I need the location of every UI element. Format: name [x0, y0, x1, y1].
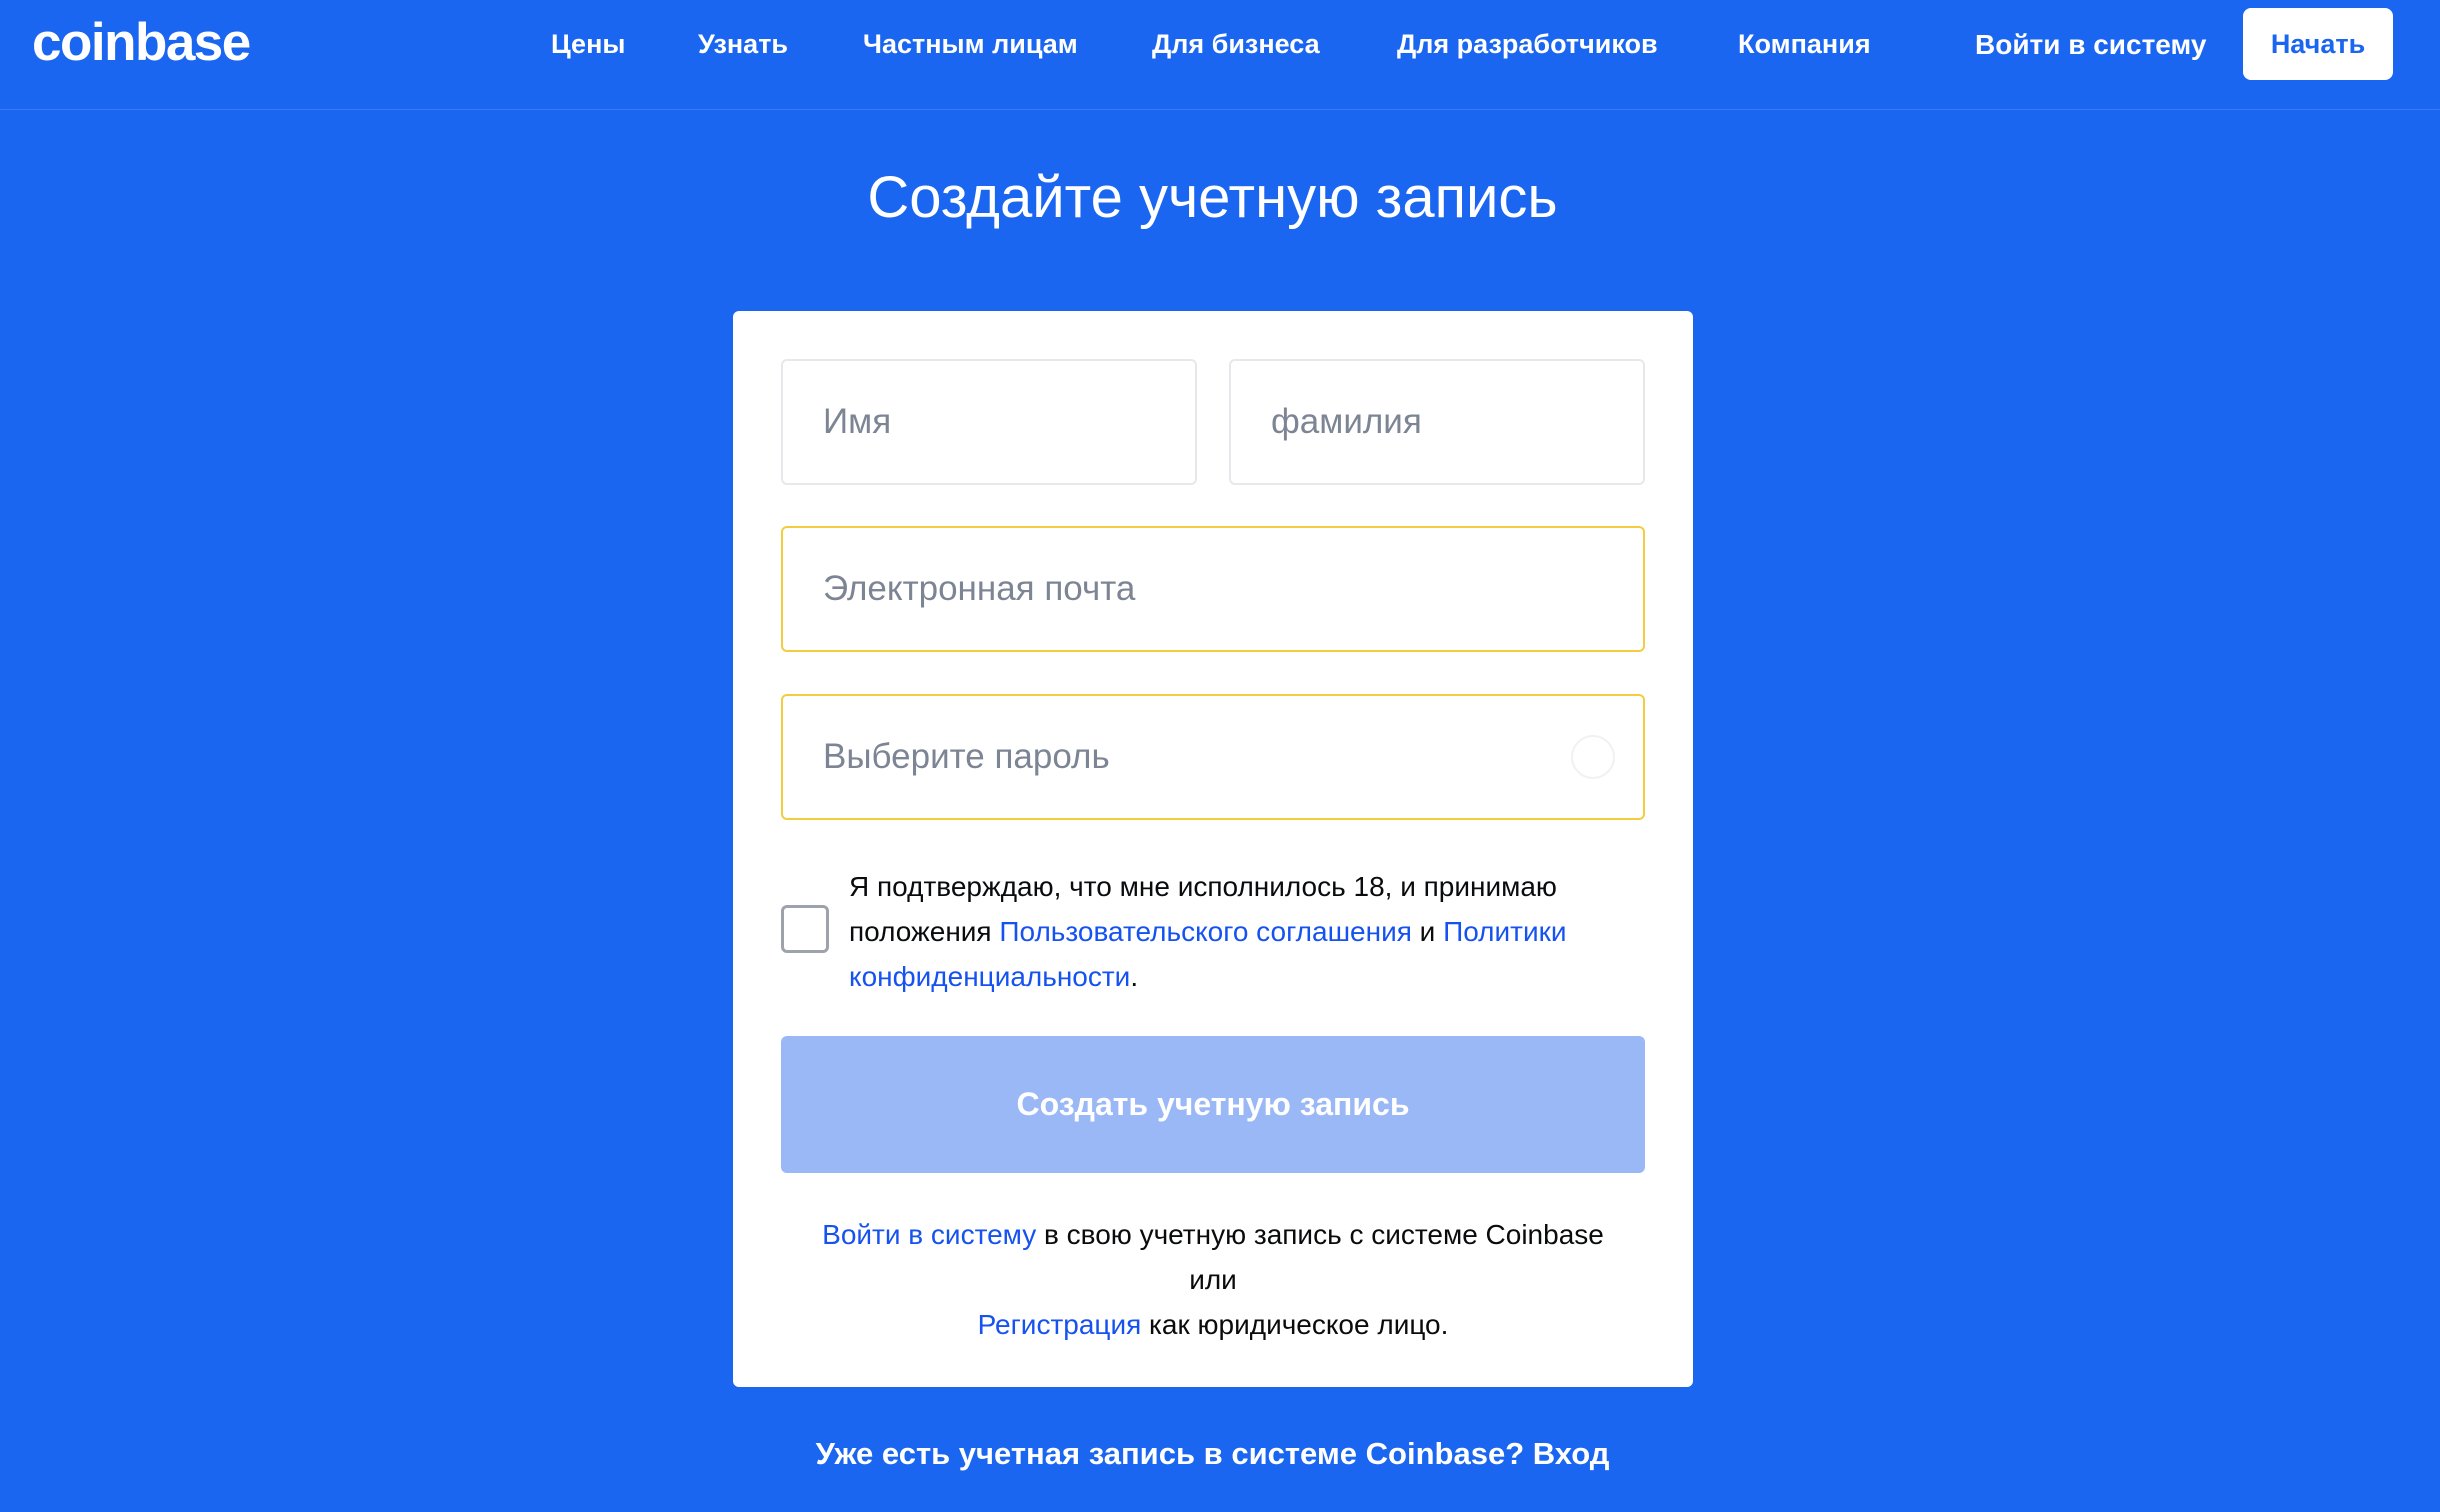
consent-text: Я подтверждаю, что мне исполнилось 18, и… [849, 864, 1649, 999]
create-account-button[interactable]: Создать учетную запись [781, 1036, 1645, 1173]
last-name-input[interactable] [1229, 359, 1645, 485]
footer-register-link[interactable]: Регистрация [978, 1309, 1142, 1340]
nav-link-individuals[interactable]: Частным лицам [863, 27, 1078, 61]
bottom-login-link[interactable]: Вход [1533, 1436, 1610, 1471]
nav-link-business[interactable]: Для бизнеса [1152, 27, 1320, 61]
consent-checkbox[interactable] [781, 905, 829, 953]
top-nav: coinbase Цены Узнать Частным лицам Для б… [0, 0, 2440, 110]
footer-signin-link[interactable]: Войти в систему [822, 1219, 1036, 1250]
nav-link-learn[interactable]: Узнать [698, 27, 788, 61]
consent-text-and: и [1411, 916, 1444, 947]
nav-link-developers[interactable]: Для разработчиков [1397, 27, 1658, 61]
password-input[interactable] [781, 694, 1645, 820]
footer-register-rest: как юридическое лицо. [1141, 1309, 1449, 1340]
email-input[interactable] [781, 526, 1645, 652]
password-visibility-toggle-icon[interactable] [1571, 735, 1615, 779]
signin-line: Войти в систему в свою учетную запись с … [733, 1212, 1693, 1257]
already-have-account: Уже есть учетная запись в системе Coinba… [0, 1431, 2425, 1477]
nav-start-button[interactable]: Начать [2243, 8, 2393, 80]
footer-signin-rest: в свою учетную запись с системе Coinbase [1036, 1219, 1604, 1250]
consent-text-end: . [1130, 961, 1139, 992]
already-have-account-text: Уже есть учетная запись в системе Coinba… [815, 1436, 1533, 1471]
nav-link-prices[interactable]: Цены [551, 27, 625, 61]
terms-link[interactable]: Пользовательского соглашения [999, 916, 1411, 947]
page-title: Создайте учетную запись [867, 165, 1558, 230]
card-footer: Войти в систему в свою учетную запись с … [733, 1212, 1693, 1347]
nav-signin-link[interactable]: Войти в систему [1975, 28, 2206, 62]
signup-card: Я подтверждаю, что мне исполнилось 18, и… [733, 311, 1693, 1387]
first-name-input[interactable] [781, 359, 1197, 485]
nav-link-company[interactable]: Компания [1738, 27, 1871, 61]
register-line: Регистрация как юридическое лицо. [733, 1302, 1693, 1347]
footer-or: или [1189, 1264, 1237, 1295]
coinbase-logo[interactable]: coinbase [32, 10, 251, 76]
